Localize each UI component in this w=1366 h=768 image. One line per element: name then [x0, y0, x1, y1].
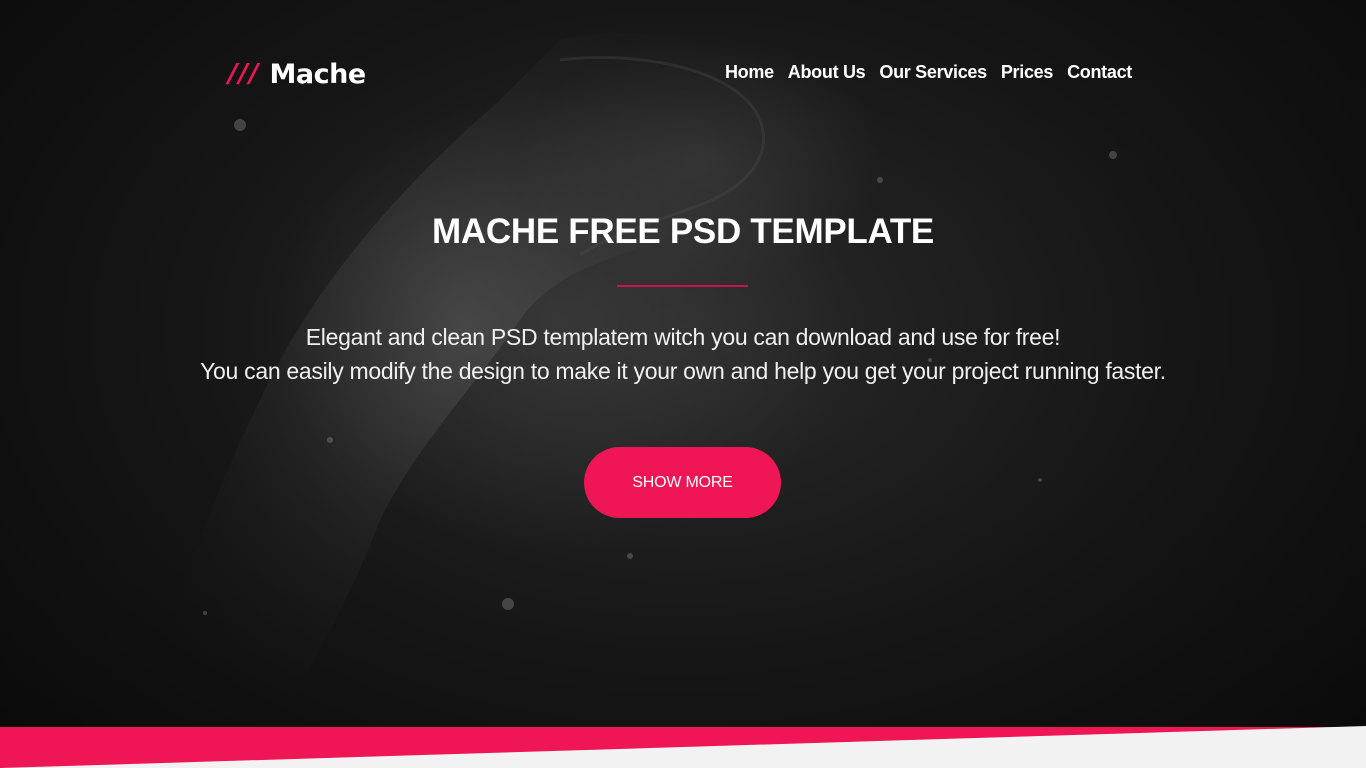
hero-description-line-1: Elegant and clean PSD templatem witch yo… — [305, 324, 1061, 350]
nav-item-home[interactable]: Home — [725, 62, 774, 83]
logo-mark: /// — [228, 59, 260, 89]
bottom-angled-band — [0, 726, 1366, 768]
hero-title-rest: FREE PSD TEMPLATE — [558, 212, 934, 251]
nav-item-about-us[interactable]: About Us — [788, 62, 866, 83]
hero-section: /// Mache Home About Us Our Services Pri… — [0, 0, 1366, 768]
hero-title-strong: MACHE — [432, 212, 559, 251]
main-nav: Home About Us Our Services Prices Contac… — [725, 62, 1132, 83]
logo[interactable]: /// Mache — [228, 56, 366, 92]
hero-description-line-2: You can easily modify the design to make… — [200, 358, 1166, 384]
nav-item-contact[interactable]: Contact — [1067, 62, 1132, 83]
nav-item-prices[interactable]: Prices — [1001, 62, 1054, 83]
hero-divider — [617, 285, 748, 287]
show-more-button[interactable]: SHOW MORE — [584, 447, 781, 518]
hero-description: Elegant and clean PSD templatem witch yo… — [0, 320, 1366, 388]
hero-title: MACHE FREE PSD TEMPLATE — [0, 212, 1366, 252]
nav-item-our-services[interactable]: Our Services — [879, 62, 987, 83]
logo-name: Mache — [269, 58, 367, 90]
